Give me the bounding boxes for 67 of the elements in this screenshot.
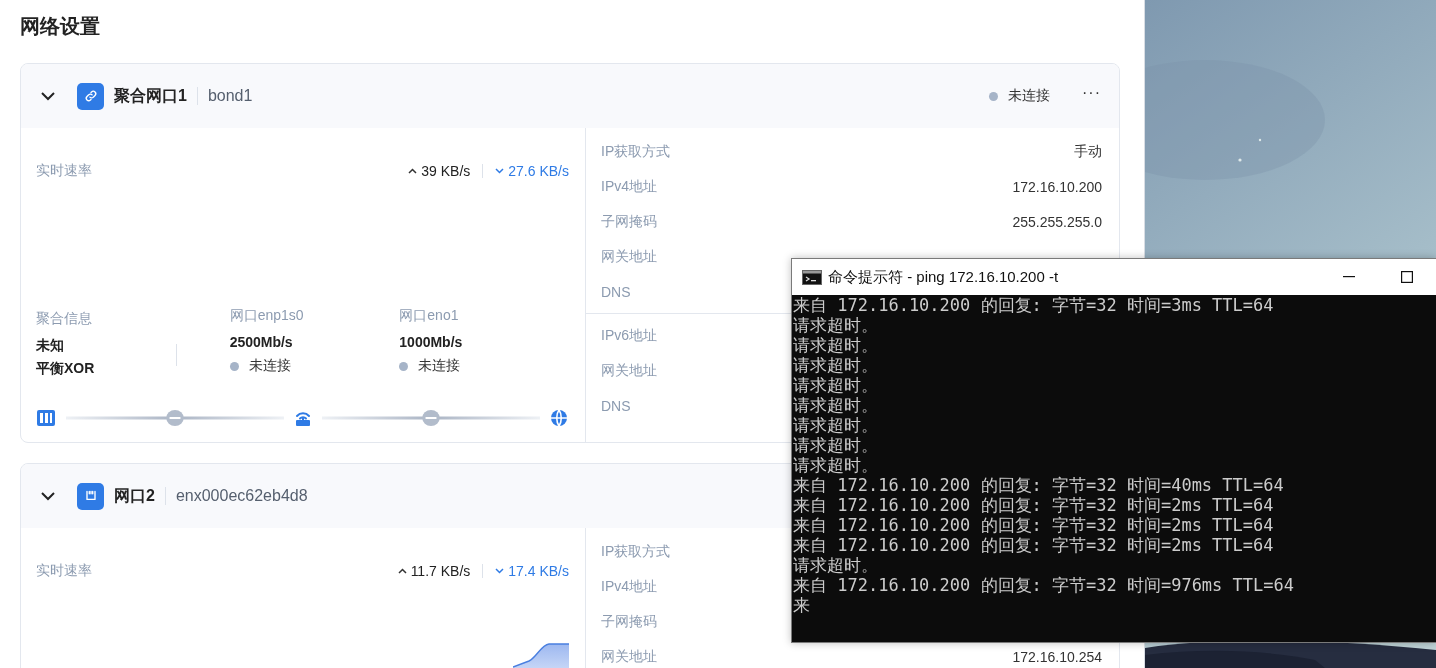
download-icon — [495, 568, 505, 574]
console-line: 请求超时。 — [793, 315, 879, 335]
field-label: IP获取方式 — [601, 542, 671, 561]
bond-info-value: 平衡XOR — [36, 359, 96, 378]
console-line: 请求超时。 — [793, 395, 879, 415]
field-label: IP获取方式 — [601, 142, 671, 161]
console-line: 请求超时。 — [793, 335, 879, 355]
device-name: enx000ec62eb4d8 — [175, 487, 308, 505]
connection-status: 未连接 — [1008, 87, 1050, 105]
terminal-icon — [802, 269, 822, 285]
download-rate: 17.4 KB/s — [508, 563, 569, 579]
console-line: 来自 172.16.10.200 的回复: 字节=32 时间=2ms TTL=64 — [793, 515, 1275, 535]
field-label: DNS — [601, 283, 631, 300]
port-speed: 2500Mb/s — [229, 334, 294, 350]
download-icon — [495, 168, 505, 174]
field-label: 网关地址 — [601, 247, 657, 266]
console-line: 请求超时。 — [793, 415, 879, 435]
interface-name: 聚合网口1 — [114, 85, 187, 106]
field-value: 172.16.10.200 — [1012, 178, 1102, 195]
upload-rate: 11.7 KB/s — [410, 563, 471, 579]
field-value: 手动 — [1074, 142, 1102, 161]
upload-icon — [408, 168, 418, 174]
bond-info-label: 聚合信息 — [36, 310, 93, 328]
download-rate: 27.6 KB/s — [508, 163, 569, 179]
globe-icon — [550, 409, 568, 427]
console-line: 请求超时。 — [793, 555, 879, 575]
console-line: 来自 172.16.10.200 的回复: 字节=32 时间=2ms TTL=64 — [793, 535, 1275, 555]
console-line: 来自 172.16.10.200 的回复: 字节=32 时间=2ms TTL=64 — [793, 495, 1275, 515]
field-label: IPv6地址 — [601, 326, 657, 345]
minimize-icon — [1343, 276, 1355, 278]
console-line: 来自 172.16.10.200 的回复: 字节=32 时间=40ms TTL=64 — [793, 475, 1285, 495]
console-line: 请求超时。 — [793, 435, 879, 455]
rate-label: 实时速率 — [36, 562, 92, 580]
field-value: 255.255.255.0 — [1012, 213, 1102, 230]
window-title: 命令提示符 - ping 172.16.10.200 -t — [828, 267, 1059, 287]
console-line: 请求超时。 — [793, 375, 879, 395]
upload-rate: 39 KB/s — [421, 163, 471, 179]
console-line: 来自 172.16.10.200 的回复: 字节=32 时间=976ms TTL=64 — [793, 575, 1295, 595]
ethernet-port-icon — [77, 482, 104, 510]
page-title: 网络设置 — [20, 14, 101, 39]
field-label: DNS — [601, 397, 631, 414]
more-button[interactable]: ··· — [1080, 84, 1103, 108]
port-name: 网口enp1s0 — [229, 307, 305, 325]
maximize-icon — [1401, 271, 1413, 283]
console-line: 来自 172.16.10.200 的回复: 字节=32 时间=3ms TTL=64 — [793, 295, 1275, 315]
field-label: 子网掩码 — [601, 212, 657, 231]
bond-info-value: 未知 — [36, 336, 65, 355]
field-label: 子网掩码 — [601, 612, 657, 631]
field-label: 网关地址 — [601, 361, 657, 380]
server-icon — [36, 409, 56, 427]
port-status: 未连接 — [248, 357, 291, 375]
port-status: 未连接 — [418, 357, 461, 375]
field-label: IPv4地址 — [601, 177, 657, 196]
console-line: 请求超时。 — [793, 355, 879, 375]
field-label: IPv4地址 — [601, 577, 657, 596]
field-value: 172.16.10.254 — [1012, 648, 1102, 665]
field-label: 网关地址 — [601, 647, 657, 666]
interface-name: 网口2 — [114, 485, 155, 506]
rate-label: 实时速率 — [36, 162, 92, 180]
port-name: 网口eno1 — [399, 307, 460, 325]
console-line: 请求超时。 — [793, 455, 879, 475]
upload-icon — [397, 568, 407, 574]
console-line: 来 — [793, 595, 811, 615]
device-name: bond1 — [207, 87, 253, 105]
port-speed: 1000Mb/s — [399, 334, 464, 350]
router-icon — [294, 409, 312, 427]
link-icon — [77, 82, 104, 110]
